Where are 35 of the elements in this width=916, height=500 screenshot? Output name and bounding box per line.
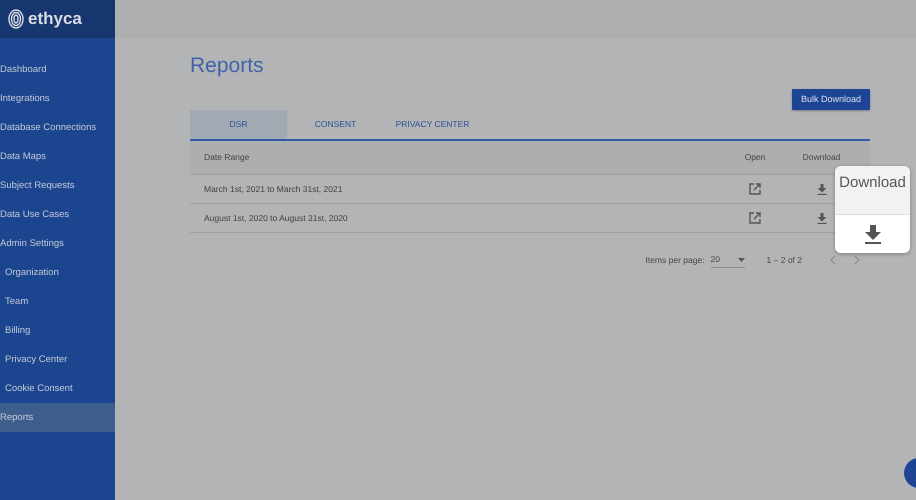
tab[interactable]: PRIVACY CENTER — [384, 110, 481, 139]
sidebar-item[interactable]: Billing — [0, 316, 115, 345]
sidebar-item[interactable]: Dashboard — [0, 55, 115, 84]
column-header: Open — [744, 151, 766, 164]
sidebar-item[interactable]: Data Maps — [0, 142, 115, 171]
table-cell: March 1st, 2021 to March 31st, 2021 — [204, 184, 342, 194]
tab[interactable]: CONSENT — [287, 110, 384, 139]
column-header: Download — [802, 151, 840, 164]
download-icon — [864, 224, 882, 244]
page-range: 1 – 2 of 2 — [766, 254, 802, 266]
logo-text: ethyca — [28, 8, 82, 30]
sidebar-item[interactable]: Integrations — [0, 84, 115, 113]
sidebar-item[interactable]: Reports — [0, 403, 115, 432]
items-per-page-label: Items per page: — [645, 254, 705, 266]
sidebar-item[interactable]: Subject Requests — [0, 171, 115, 200]
page-size-select[interactable]: 20 — [710, 252, 745, 268]
table-cell: August 1st, 2020 to August 31st, 2020 — [204, 212, 348, 223]
sidebar-item[interactable]: Privacy Center — [0, 345, 115, 374]
sidebar-item[interactable]: Admin Settings — [0, 229, 115, 258]
tab[interactable]: DSR — [190, 110, 287, 139]
sidebar-item[interactable]: Organization — [0, 258, 115, 287]
sidebar-item[interactable]: Cookie Consent — [0, 374, 115, 403]
download-icon[interactable] — [816, 184, 826, 194]
page-title: Reports — [190, 53, 265, 79]
sidebar-item[interactable]: Team — [0, 287, 115, 316]
sidebar-item[interactable]: Database Connections — [0, 113, 115, 142]
sidebar-item[interactable]: Data Use Cases — [0, 200, 115, 229]
open-external-icon[interactable] — [749, 212, 761, 224]
bulk-download-button[interactable]: Bulk Download — [792, 89, 870, 110]
column-header: Date Range — [204, 152, 250, 162]
callout-title: Download — [835, 166, 910, 215]
open-external-icon[interactable] — [749, 183, 761, 195]
download-icon[interactable] — [816, 212, 826, 224]
fingerprint-logo-icon — [8, 9, 24, 29]
caret-icon — [738, 258, 745, 262]
